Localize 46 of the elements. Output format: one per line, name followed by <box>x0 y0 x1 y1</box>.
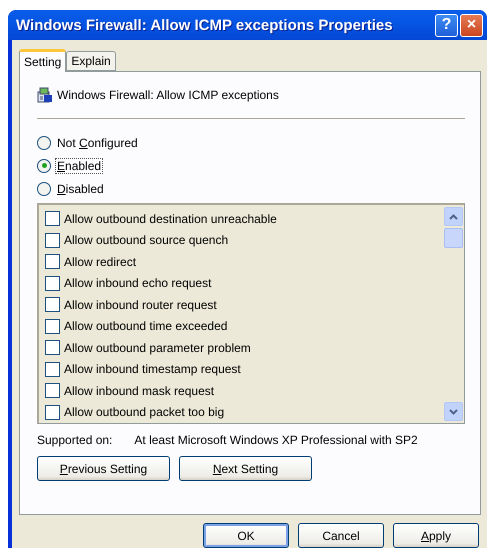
scroll-thumb[interactable] <box>444 228 463 248</box>
previous-setting-button[interactable]: Previous Setting <box>37 456 170 481</box>
supported-value: At least Microsoft Windows XP Professional with SP2 <box>134 433 418 447</box>
caret-down-icon <box>449 408 458 414</box>
next-setting-button[interactable]: Next Setting <box>179 456 312 481</box>
window-title: Windows Firewall: Allow ICMP exceptions Properties <box>16 16 394 34</box>
checkbox-label[interactable]: Allow outbound source quench <box>64 233 228 248</box>
policy-name: Windows Firewall: Allow ICMP exceptions <box>57 88 279 102</box>
radio-label[interactable]: Enabled <box>55 158 104 174</box>
radio-button[interactable] <box>37 136 51 150</box>
policy-icon <box>37 87 53 103</box>
checkbox[interactable] <box>45 276 60 291</box>
scroll-up-button[interactable] <box>444 207 463 226</box>
checkbox-label[interactable]: Allow inbound router request <box>64 298 217 312</box>
supported-label: Supported on: <box>37 433 112 447</box>
checkbox[interactable] <box>45 318 60 334</box>
tab[interactable]: Setting <box>19 49 66 72</box>
checkbox[interactable] <box>45 297 60 312</box>
checkbox[interactable] <box>45 232 60 248</box>
checkbox-label[interactable]: Allow inbound timestamp request <box>64 362 241 376</box>
dialog-button[interactable]: Apply <box>393 523 479 548</box>
scroll-down-button[interactable] <box>444 402 463 421</box>
checkbox[interactable] <box>45 254 60 270</box>
checkbox[interactable] <box>45 404 60 420</box>
checkbox[interactable] <box>45 340 60 356</box>
checkbox[interactable] <box>45 383 60 398</box>
checkbox[interactable] <box>45 211 60 226</box>
dialog-button[interactable]: OK <box>203 523 289 548</box>
tab[interactable]: Explain <box>66 51 116 71</box>
checkbox-label[interactable]: Allow redirect <box>64 254 136 269</box>
checkbox-label[interactable]: Allow inbound echo request <box>64 276 212 290</box>
checkbox-label[interactable]: Allow outbound packet too big <box>64 405 224 420</box>
checkbox[interactable] <box>45 362 60 377</box>
checkbox-label[interactable]: Allow inbound mask request <box>64 384 214 398</box>
close-button[interactable]: × <box>460 14 483 36</box>
radio-label[interactable]: Not Configured <box>55 134 140 150</box>
help-button[interactable]: ? <box>435 14 458 36</box>
dialog-button[interactable]: Cancel <box>298 523 384 548</box>
checkbox-label[interactable]: Allow outbound destination unreachable <box>64 212 277 226</box>
radio-button[interactable] <box>37 158 51 172</box>
caret-up-icon <box>449 214 458 220</box>
radio-button[interactable] <box>37 182 51 196</box>
radio-label[interactable]: Disabled <box>55 180 106 196</box>
scrollbar[interactable] <box>443 205 464 423</box>
checkbox-label[interactable]: Allow outbound parameter problem <box>64 340 251 355</box>
checkbox-label[interactable]: Allow outbound time exceeded <box>64 319 228 334</box>
